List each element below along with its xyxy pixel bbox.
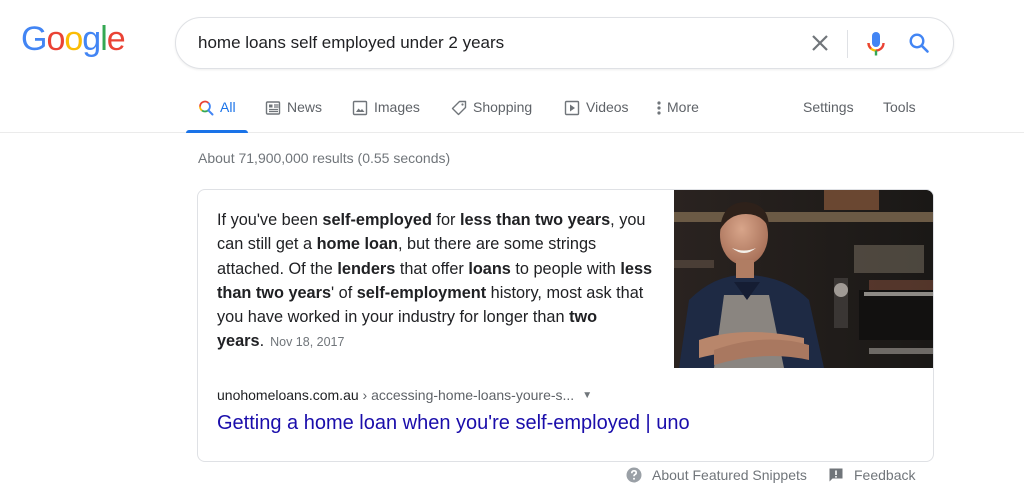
snippet-highlight: self-employment bbox=[356, 283, 487, 302]
logo-letter: o bbox=[64, 20, 83, 58]
tab-label: Images bbox=[374, 99, 420, 115]
tab-label: Shopping bbox=[473, 99, 533, 115]
source-domain: unohomeloans.com.au bbox=[217, 387, 359, 403]
tab-label: News bbox=[287, 99, 323, 115]
snippet-highlight: lenders bbox=[337, 259, 396, 278]
tag-icon bbox=[451, 100, 467, 116]
caret-down-icon[interactable]: ▼ bbox=[582, 390, 592, 401]
photo-illustration bbox=[674, 190, 933, 368]
snippet-segment: for bbox=[431, 211, 460, 229]
result-url[interactable]: unohomeloans.com.au › accessing-home-loa… bbox=[217, 387, 592, 403]
snippet-segment: to people with bbox=[510, 259, 621, 278]
search-icon bbox=[198, 100, 214, 116]
tab-images[interactable]: Images bbox=[352, 88, 420, 132]
tab-more[interactable]: More bbox=[655, 88, 699, 132]
logo-letter: G bbox=[21, 20, 47, 58]
microphone-icon[interactable] bbox=[865, 30, 887, 58]
close-icon[interactable] bbox=[808, 31, 832, 55]
play-icon bbox=[564, 100, 580, 116]
tools-link[interactable]: Tools bbox=[883, 88, 916, 132]
feedback-link[interactable]: Feedback bbox=[828, 467, 915, 483]
about-label: About Featured Snippets bbox=[652, 467, 807, 483]
search-divider bbox=[847, 30, 848, 58]
result-title-link[interactable]: Getting a home loan when you're self-emp… bbox=[217, 412, 690, 435]
image-icon bbox=[352, 100, 368, 116]
tab-videos[interactable]: Videos bbox=[564, 88, 629, 132]
tab-all[interactable]: All bbox=[186, 88, 247, 133]
result-stats: About 71,900,000 results (0.55 seconds) bbox=[198, 150, 451, 166]
about-featured-snippets-link[interactable]: About Featured Snippets bbox=[626, 467, 807, 483]
snippet-date: Nov 18, 2017 bbox=[270, 335, 345, 350]
snippet-highlight: loans bbox=[468, 259, 511, 278]
tab-label: All bbox=[220, 99, 236, 115]
search-box bbox=[175, 17, 954, 69]
newspaper-icon bbox=[265, 100, 281, 116]
snippet-highlight: less than two years bbox=[459, 211, 611, 229]
help-icon bbox=[626, 467, 642, 483]
snippet-segment: If you've been bbox=[217, 211, 323, 229]
search-input[interactable] bbox=[198, 18, 798, 68]
source-path: › accessing-home-loans-youre-s... bbox=[358, 387, 575, 403]
google-logo[interactable]: Google bbox=[21, 20, 126, 58]
logo-letter: e bbox=[106, 20, 126, 58]
more-vert-icon bbox=[655, 100, 663, 116]
search-tabs: All News Images Shopping Videos More Set… bbox=[0, 88, 1024, 133]
tab-shopping[interactable]: Shopping bbox=[451, 88, 532, 132]
snippet-image[interactable] bbox=[674, 190, 933, 368]
feedback-icon bbox=[828, 467, 844, 483]
search-icon[interactable] bbox=[907, 31, 931, 55]
logo-letter: o bbox=[46, 20, 65, 58]
logo-letter: g bbox=[82, 20, 101, 58]
snippet-segment: . bbox=[259, 332, 265, 351]
feedback-label: Feedback bbox=[854, 467, 916, 483]
tab-label: Videos bbox=[586, 99, 629, 115]
settings-link[interactable]: Settings bbox=[803, 88, 854, 132]
snippet-segment: that offer bbox=[395, 259, 469, 278]
snippet-highlight: self-employed bbox=[322, 211, 432, 229]
featured-snippet: If you've been self-employed for less th… bbox=[197, 189, 934, 462]
tab-news[interactable]: News bbox=[265, 88, 322, 132]
snippet-text: If you've been self-employed for less th… bbox=[217, 208, 657, 355]
tab-label: More bbox=[667, 99, 699, 115]
snippet-highlight: home loan bbox=[316, 235, 398, 254]
snippet-segment: ' of bbox=[331, 283, 357, 302]
